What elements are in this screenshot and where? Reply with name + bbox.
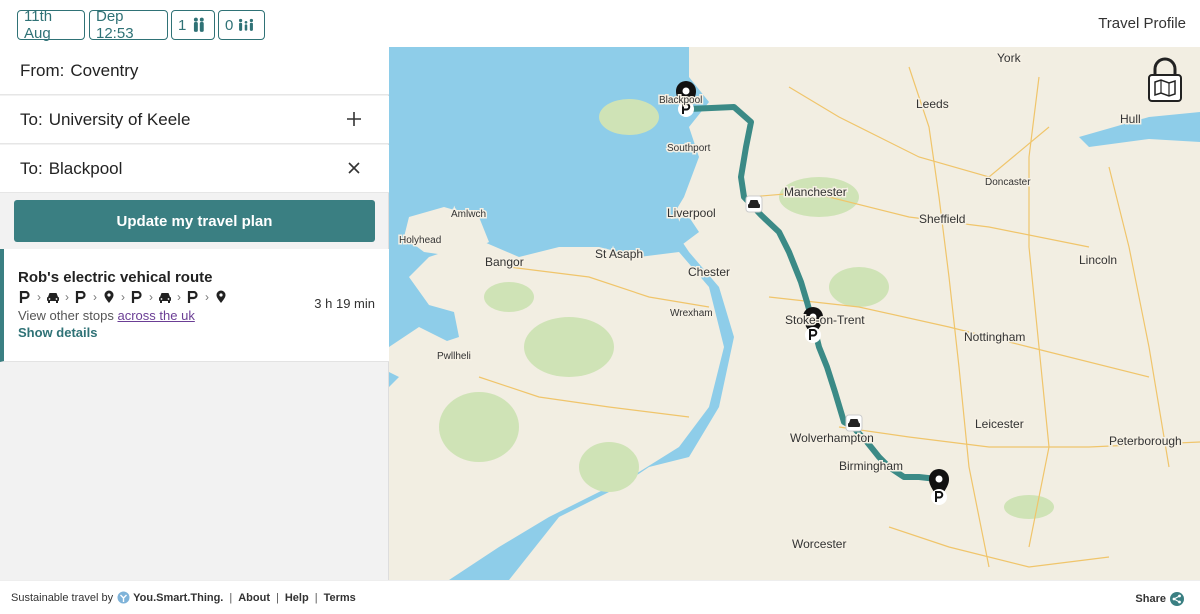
route-steps: › › › › › › › [18,289,228,305]
share-button[interactable]: Share [1135,592,1184,606]
city-label: Doncaster [985,177,1031,188]
city-label: Chester [688,265,730,279]
pin-marker-coventry[interactable] [929,469,949,505]
city-label: Wrexham [670,308,713,319]
from-row[interactable]: From: Coventry [0,47,389,95]
car-icon [46,290,60,304]
about-link[interactable]: About [238,592,270,604]
footer-prefix: Sustainable travel by [11,591,114,604]
city-label: Leeds [916,97,949,111]
city-label: Blackpool [659,95,702,106]
update-plan-button[interactable]: Update my travel plan [14,200,375,242]
adults-icon [194,17,205,32]
destination-label: To: [20,109,43,129]
brand-link[interactable]: You.Smart.Thing. [117,591,223,604]
route-card[interactable]: Rob's electric vehical route › › › › › ›… [0,249,389,362]
destination-value: Blackpool [48,158,123,178]
city-label: Birmingham [839,459,903,473]
city-label: Manchester [784,185,847,199]
pin-icon [102,290,116,304]
children-count: 0 [225,16,234,34]
brand-name: You.Smart.Thing. [133,591,224,604]
other-stops-text: View other stops across the uk [18,308,195,323]
car-marker[interactable] [745,195,763,213]
parking-icon [130,290,144,304]
app-root: 11th Aug Dep 12:53 1 0 Travel Profile Fr… [0,0,1200,614]
brand-logo-icon [117,591,130,604]
share-icon [1170,592,1184,606]
pin-icon [214,290,228,304]
share-label: Share [1135,593,1166,605]
city-label: Peterborough [1109,434,1182,448]
parking-icon [186,290,200,304]
city-label: Southport [667,143,711,154]
city-label: Hull [1120,112,1141,126]
destination-row[interactable]: To: Blackpool [0,145,389,193]
city-label: Worcester [792,537,846,551]
city-label: Nottingham [964,330,1025,344]
destination-value: University of Keele [48,109,191,129]
family-icon [239,18,254,31]
route-duration: 3 h 19 min [314,296,375,311]
close-icon[interactable] [345,159,363,177]
date-chip[interactable]: 11th Aug [17,8,85,42]
city-label: York [997,51,1022,65]
route-map[interactable]: York Leeds Hull Blackpool Southport Donc… [389,47,1200,580]
city-label: Bangor [485,255,524,269]
children-chip[interactable]: 0 [218,10,265,40]
show-details-link[interactable]: Show details [18,325,97,340]
other-stops-prefix: View other stops [18,308,114,323]
car-marker[interactable] [845,414,863,432]
date-label: 11th Aug [24,8,53,42]
city-label: Leicester [975,417,1024,431]
route-title: Rob's electric vehical route [18,269,213,286]
city-label: Amlwch [451,209,486,220]
city-label: Liverpool [667,206,716,220]
city-label: Stoke-on-Trent [785,313,865,327]
car-icon [158,290,172,304]
travel-profile-link[interactable]: Travel Profile [1098,15,1186,32]
departure-label: Dep 12:53 [96,8,134,42]
city-label: St Asaph [595,247,643,261]
city-label: Pwllheli [437,351,471,362]
top-bar: 11th Aug Dep 12:53 1 0 Travel Profile [0,0,1200,47]
departure-chip[interactable]: Dep 12:53 [89,8,168,42]
from-value: Coventry [70,60,139,80]
terms-link[interactable]: Terms [324,592,356,604]
city-label: Sheffield [919,212,965,226]
add-icon[interactable] [345,110,363,128]
help-link[interactable]: Help [285,592,309,604]
parking-icon [18,290,32,304]
city-label: Lincoln [1079,253,1117,267]
other-stops-link[interactable]: across the uk [118,308,195,323]
adults-chip[interactable]: 1 [171,10,215,40]
destination-row[interactable]: To: University of Keele [0,96,389,144]
from-label: From: [20,60,65,80]
destination-label: To: [20,158,43,178]
city-label: Wolverhampton [790,431,874,445]
parking-icon [74,290,88,304]
journey-panel: From: Coventry To: University of Keele T… [0,47,389,580]
city-label: Holyhead [399,235,441,246]
map-canvas[interactable]: York Leeds Hull Blackpool Southport Donc… [389,47,1200,580]
adults-count: 1 [178,16,187,34]
footer: Sustainable travel by You.Smart.Thing. |… [0,580,1200,614]
